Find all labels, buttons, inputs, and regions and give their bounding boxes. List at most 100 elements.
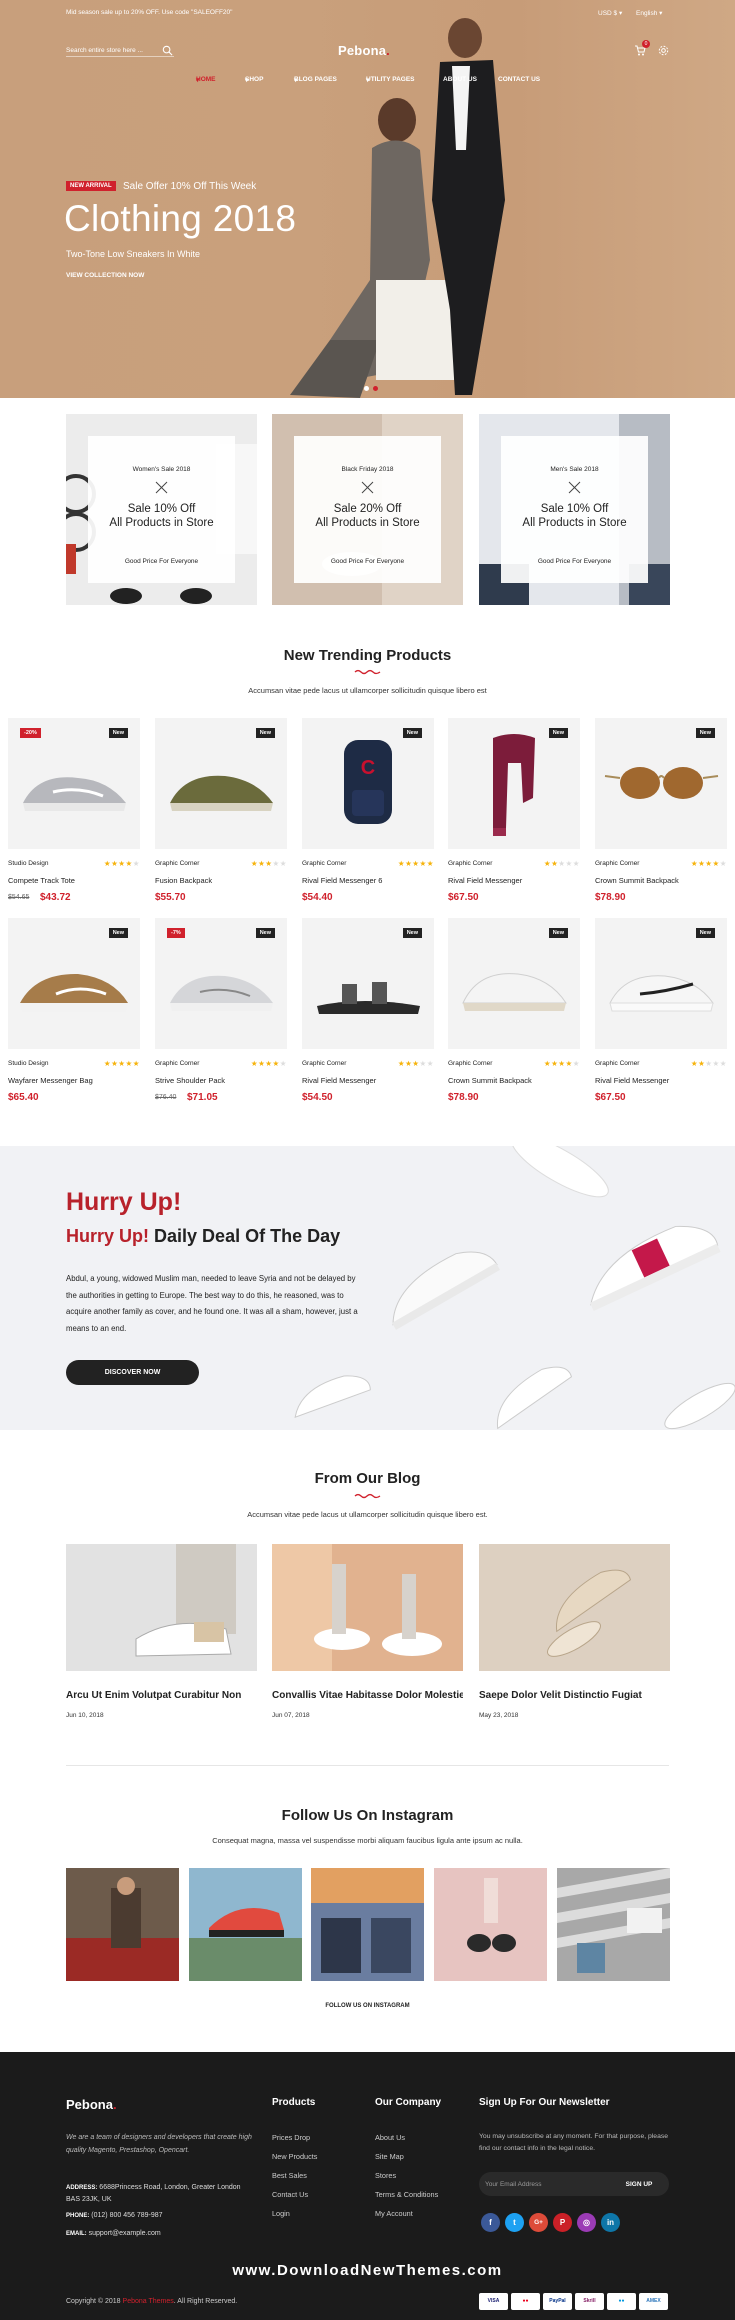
product-name[interactable]: Rival Field Messenger [302,1076,376,1085]
star-empty-icon: ★ [719,1059,727,1068]
instagram-photo[interactable] [189,1868,302,1981]
footer-link-contact-us[interactable]: Contact Us [272,2190,308,2199]
product-image[interactable]: New [448,918,580,1049]
product-name[interactable]: Compete Track Tote [8,876,75,885]
product-category[interactable]: Graphic Corner [302,860,346,867]
star-empty-icon: ★ [132,859,140,868]
product-category[interactable]: Studio Design [8,860,48,867]
view-collection-link[interactable]: VIEW COLLECTION NOW [66,272,144,279]
product-card[interactable]: -20% New Studio Design ★★★★★ Compete Track T… [8,718,140,918]
slider-dot-active[interactable] [373,386,378,391]
product-name[interactable]: Wayfarer Messenger Bag [8,1076,93,1085]
nav-item-contact-us[interactable]: CONTACT US [498,76,540,83]
discover-now-button[interactable]: DISCOVER NOW [66,1360,199,1385]
product-category[interactable]: Graphic Corner [155,1060,199,1067]
nav-item-about-us[interactable]: ABOUT US [443,76,477,83]
banner-mens-sale[interactable]: Men's Sale 2018 Sale 10% Off All Products… [479,414,670,605]
product-card[interactable]: New Graphic Corner ★★★★★ Fusion Backpack $55… [155,718,287,918]
blog-post-title[interactable]: Arcu Ut Enim Volutpat Curabitur Non [66,1690,257,1701]
product-old-price: $76.40 [155,1094,177,1101]
product-price: $55.70 [155,892,186,903]
instagram-photo[interactable] [66,1868,179,1981]
blog-post-date: May 23, 2018 [479,1712,519,1719]
product-name[interactable]: Fusion Backpack [155,876,212,885]
product-image[interactable]: -20% New [8,718,140,849]
product-category[interactable]: Graphic Corner [595,1060,639,1067]
footer-link-best-sales[interactable]: Best Sales [272,2171,307,2180]
product-name[interactable]: Rival Field Messenger [595,1076,669,1085]
blog-image[interactable] [272,1544,463,1671]
product-price: $43.72 [40,892,71,903]
product-image[interactable]: -7% New [155,918,287,1049]
banner-womens-sale[interactable]: Women's Sale 2018 Sale 10% Off All Produc… [66,414,257,605]
banner-black-friday[interactable]: Black Friday 2018 Sale 20% Off All Produc… [272,414,463,605]
banner-card: Men's Sale 2018 Sale 10% Off All Products… [501,436,648,583]
footer-link-new-products[interactable]: New Products [272,2152,317,2161]
search-icon[interactable] [162,45,173,56]
blog-post-title[interactable]: Saepe Dolor Velit Distinctio Fugiat [479,1690,670,1701]
blog-post-title[interactable]: Convallis Vitae Habitasse Dolor Molestie [272,1690,463,1701]
product-image[interactable]: C New [302,718,434,849]
star-filled-icon: ★ [426,859,434,868]
product-name[interactable]: Rival Field Messenger [448,876,522,885]
product-category[interactable]: Graphic Corner [155,860,199,867]
pinterest-icon[interactable]: P [553,2213,572,2232]
product-name[interactable]: Crown Summit Backpack [595,876,679,885]
product-category[interactable]: Graphic Corner [448,860,492,867]
footer-link-stores[interactable]: Stores [375,2171,396,2180]
instagram-photo[interactable] [557,1868,670,1981]
product-image[interactable]: New [595,718,727,849]
product-category[interactable]: Graphic Corner [302,1060,346,1067]
product-card[interactable]: New Graphic Corner ★★★★★ Crown Summit Backp… [448,918,580,1118]
newsletter-email-input[interactable] [479,2172,599,2196]
footer-company-title: Our Company [375,2097,442,2108]
copyright-brand-link[interactable]: Pebona Themes [123,2298,174,2305]
language-selector[interactable]: English ▾ [636,9,662,17]
product-image[interactable]: New [8,918,140,1049]
blog-image[interactable] [479,1544,670,1671]
instagram-icon[interactable]: ◎ [577,2213,596,2232]
footer-logo[interactable]: Pebona. [66,2097,117,2112]
product-name[interactable]: Strive Shoulder Pack [155,1076,225,1085]
product-card[interactable]: C New Graphic Corner ★★★★★ Rival Field Messe… [302,718,434,918]
product-card[interactable]: New Studio Design ★★★★★ Wayfarer Messenger … [8,918,140,1118]
facebook-icon[interactable]: f [481,2213,500,2232]
product-card[interactable]: New Graphic Corner ★★★★★ Rival Field Messen… [302,918,434,1118]
star-filled-icon: ★ [690,859,699,868]
footer-link-prices-drop[interactable]: Prices Drop [272,2133,310,2142]
slider-dot[interactable] [364,386,369,391]
product-image[interactable]: New [595,918,727,1049]
footer-link-login[interactable]: Login [272,2209,290,2218]
hero-subtitle: Two-Tone Low Sneakers In White [66,249,201,259]
footer-link-my-account[interactable]: My Account [375,2209,413,2218]
product-image[interactable]: New [155,718,287,849]
instagram-photo[interactable] [311,1868,424,1981]
linkedin-icon[interactable]: in [601,2213,620,2232]
product-card[interactable]: New Graphic Corner ★★★★★ Rival Field Messen… [595,918,727,1118]
product-image[interactable]: New [448,718,580,849]
product-category[interactable]: Studio Design [8,1060,48,1067]
product-name[interactable]: Rival Field Messenger 6 [302,876,382,885]
instagram-photo[interactable] [434,1868,547,1981]
site-logo[interactable]: Pebona. [338,43,390,58]
search-input[interactable] [66,45,158,56]
google-plus-icon[interactable]: G+ [529,2213,548,2232]
product-card[interactable]: New Graphic Corner ★★★★★ Rival Field Messen… [448,718,580,918]
follow-instagram-link[interactable]: FOLLOW US ON INSTAGRAM [0,2003,735,2009]
twitter-icon[interactable]: t [505,2213,524,2232]
gear-icon[interactable] [658,45,669,56]
product-card[interactable]: New Graphic Corner ★★★★★ Crown Summit Backp… [595,718,727,918]
footer-link-terms[interactable]: Terms & Conditions [375,2190,438,2199]
product-category[interactable]: Graphic Corner [448,1060,492,1067]
footer-link-site-map[interactable]: Site Map [375,2152,404,2161]
product-price: $71.05 [187,1092,218,1103]
product-image[interactable]: New [302,918,434,1049]
footer-link-about-us[interactable]: About Us [375,2133,405,2142]
currency-selector[interactable]: USD $ ▾ [598,9,622,17]
email-value[interactable]: support@example.com [89,2230,161,2237]
blog-image[interactable] [66,1544,257,1671]
product-card[interactable]: -7% New Graphic Corner ★★★★★ Strive Shoulder… [155,918,287,1118]
product-category[interactable]: Graphic Corner [595,860,639,867]
sign-up-button[interactable]: SIGN UP [609,2172,669,2196]
product-name[interactable]: Crown Summit Backpack [448,1076,532,1085]
